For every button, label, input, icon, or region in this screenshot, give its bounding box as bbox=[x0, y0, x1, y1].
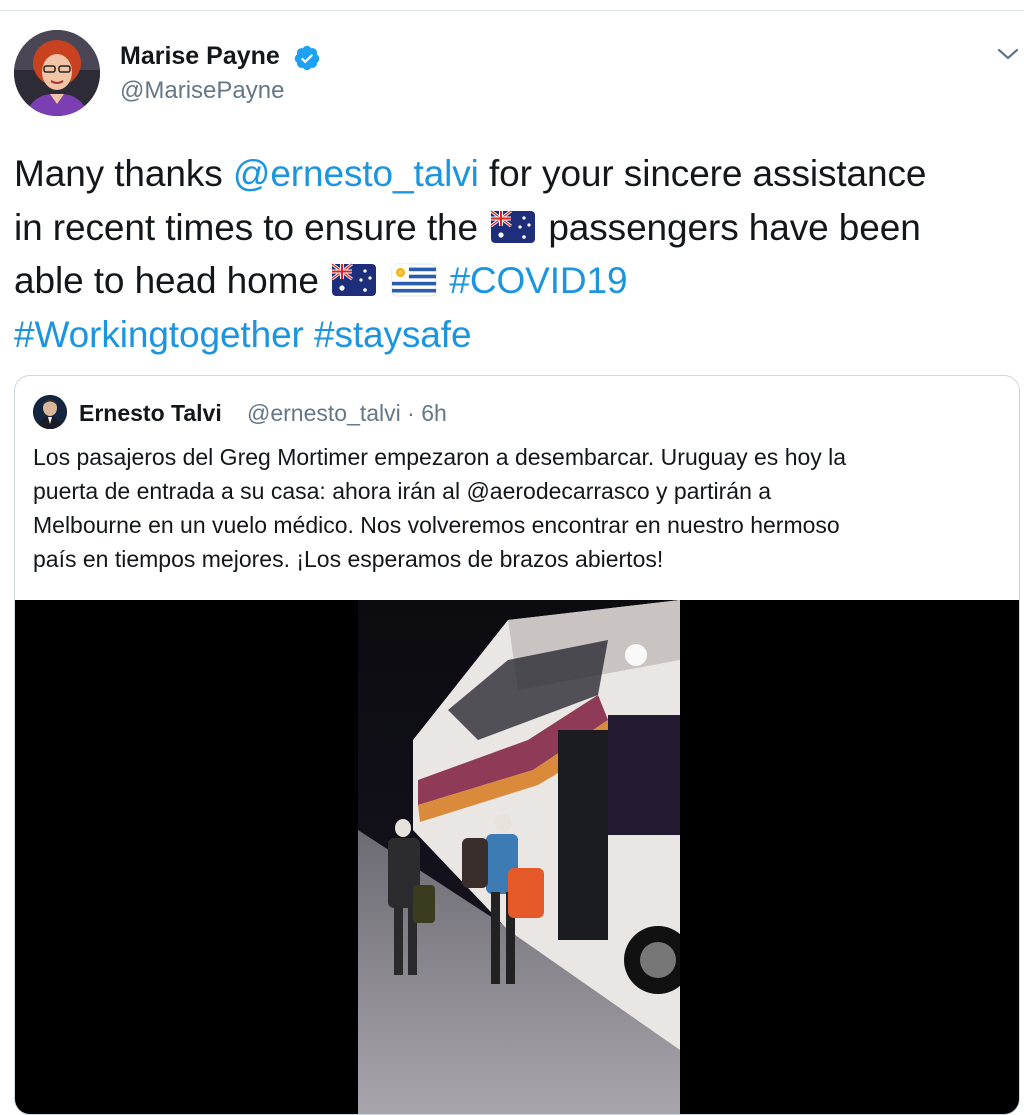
hashtag-link[interactable]: #COVID19 bbox=[449, 260, 627, 301]
tweet-text-segment bbox=[304, 314, 314, 355]
tweet-text-line: in recent times to ensure the passengers… bbox=[14, 201, 1019, 255]
video-player[interactable] bbox=[15, 600, 1019, 1114]
quoted-author-handle-time[interactable]: @ernesto_talvi · 6h bbox=[247, 400, 447, 427]
quoted-text-line: Los pasajeros del Greg Mortimer empezaro… bbox=[33, 444, 847, 470]
quoted-author-name[interactable]: Ernesto Talvi bbox=[79, 400, 222, 427]
quoted-author-avatar[interactable] bbox=[33, 395, 67, 429]
video-frame-image bbox=[358, 600, 680, 1114]
top-divider bbox=[0, 10, 1024, 11]
uruguay-flag-icon bbox=[391, 263, 437, 297]
verified-badge-icon bbox=[294, 45, 320, 71]
mention-link[interactable]: @ernesto_talvi bbox=[233, 153, 479, 194]
tweet-text-line: #Workingtogether #staysafe bbox=[14, 308, 1019, 362]
chevron-down-icon[interactable] bbox=[996, 42, 1020, 66]
tweet-text: Many thanks @ernesto_talvi for your sinc… bbox=[14, 147, 1019, 361]
tweet-text-segment: in recent times to ensure the bbox=[14, 206, 489, 248]
quoted-text-line: Melbourne en un vuelo médico. Nos volver… bbox=[33, 512, 840, 538]
author-handle[interactable]: @MarisePayne bbox=[120, 77, 284, 105]
tweet-text-segment bbox=[379, 260, 389, 301]
tweet-text-line: Many thanks @ernesto_talvi for your sinc… bbox=[14, 147, 1019, 201]
quoted-tweet-card[interactable]: Ernesto Talvi @ernesto_talvi · 6h Los pa… bbox=[14, 375, 1020, 1115]
tweet-text-segment: Many thanks bbox=[14, 153, 233, 194]
quoted-text-line: puerta de entrada a su casa: ahora irán … bbox=[33, 478, 772, 504]
australia-flag-icon bbox=[490, 209, 536, 243]
quoted-text-line: país en tiempos mejores. ¡Los esperamos … bbox=[33, 546, 664, 572]
author-name[interactable]: Marise Payne bbox=[120, 42, 280, 71]
author-avatar[interactable] bbox=[14, 30, 100, 116]
quoted-tweet-text: Los pasajeros del Greg Mortimer empezaro… bbox=[33, 440, 1008, 576]
tweet-text-segment: able to head home bbox=[14, 260, 329, 301]
tweet-text-segment: passengers have been bbox=[538, 206, 921, 248]
hashtag-link[interactable]: #staysafe bbox=[314, 314, 472, 355]
hashtag-link[interactable]: #Workingtogether bbox=[14, 314, 304, 355]
tweet-text-segment: for your sincere assistance bbox=[478, 153, 927, 194]
tweet-text-line: able to head home #COVID19 bbox=[14, 254, 1019, 308]
tweet-text-segment bbox=[439, 260, 449, 301]
australia-flag-icon bbox=[331, 263, 376, 296]
